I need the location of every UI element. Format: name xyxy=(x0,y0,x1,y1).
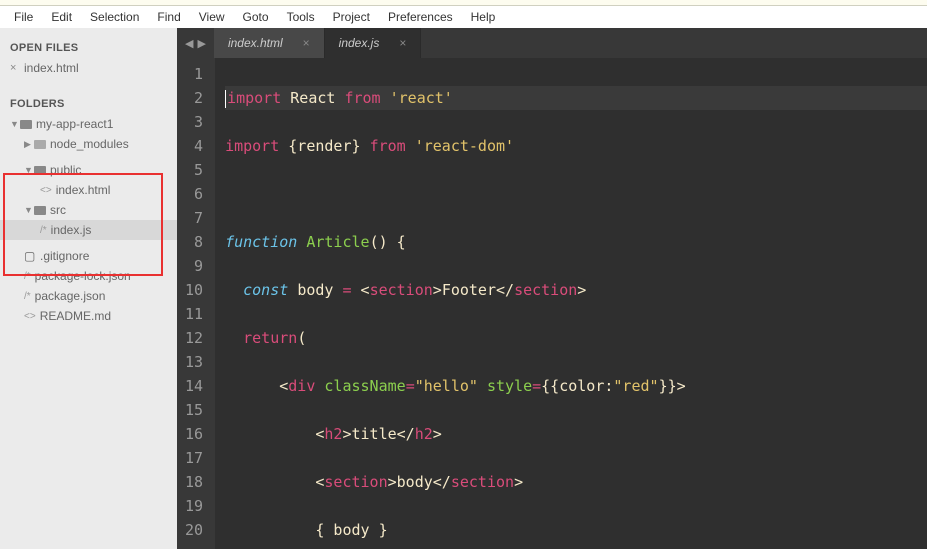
tree-node-modules[interactable]: ▶ node_modules xyxy=(0,134,177,154)
menu-project[interactable]: Project xyxy=(325,7,378,27)
menu-find[interactable]: Find xyxy=(149,7,188,27)
menu-edit[interactable]: Edit xyxy=(43,7,80,27)
tree-public-index[interactable]: <> index.html xyxy=(0,180,177,200)
close-icon[interactable]: × xyxy=(399,36,406,50)
folder-icon xyxy=(34,166,50,175)
tree-public[interactable]: ▼ public xyxy=(0,160,177,180)
tab-label: index.js xyxy=(339,36,380,50)
code-content[interactable]: import React from 'react' import {render… xyxy=(215,58,927,549)
tree-label: my-app-react1 xyxy=(36,117,113,131)
file-type-icon: /* xyxy=(40,225,47,236)
file-type-icon: <> xyxy=(24,311,36,322)
folder-icon xyxy=(34,140,50,149)
tree-label: node_modules xyxy=(50,137,129,151)
menu-file[interactable]: File xyxy=(6,7,41,27)
tab-index-js[interactable]: index.js × xyxy=(325,28,422,58)
menu-preferences[interactable]: Preferences xyxy=(380,7,461,27)
menubar: File Edit Selection Find View Goto Tools… xyxy=(0,6,927,28)
tree-label: package.json xyxy=(35,289,106,303)
nav-left-icon[interactable]: ◀ xyxy=(185,37,193,50)
close-icon[interactable]: × xyxy=(10,62,20,74)
tab-label: index.html xyxy=(228,36,283,50)
folder-icon xyxy=(20,120,36,129)
tree-gitignore[interactable]: ▢ .gitignore xyxy=(0,246,177,266)
folders-heading: FOLDERS xyxy=(0,92,177,114)
menu-help[interactable]: Help xyxy=(463,7,504,27)
chevron-down-icon: ▼ xyxy=(10,119,20,129)
tree-package-lock[interactable]: /* package-lock.json xyxy=(0,266,177,286)
tree-package[interactable]: /* package.json xyxy=(0,286,177,306)
tree-label: index.js xyxy=(51,223,92,237)
line-gutter: 1234567891011121314151617181920 xyxy=(177,58,215,549)
tab-nav: ◀ ▶ xyxy=(177,28,214,58)
menu-selection[interactable]: Selection xyxy=(82,7,147,27)
code-area[interactable]: 1234567891011121314151617181920 import R… xyxy=(177,58,927,549)
chevron-down-icon: ▼ xyxy=(24,165,34,175)
tab-row: ◀ ▶ index.html × index.js × xyxy=(177,28,927,58)
file-type-icon: <> xyxy=(40,185,52,196)
tree-label: public xyxy=(50,163,81,177)
tree-readme[interactable]: <> README.md xyxy=(0,306,177,326)
tree-root[interactable]: ▼ my-app-react1 xyxy=(0,114,177,134)
tab-index-html[interactable]: index.html × xyxy=(214,28,325,58)
close-icon[interactable]: × xyxy=(303,36,310,50)
menu-view[interactable]: View xyxy=(191,7,233,27)
open-file-name: index.html xyxy=(24,61,79,75)
open-files-heading: OPEN FILES xyxy=(0,36,177,58)
editor-area: ◀ ▶ index.html × index.js × 123456789101… xyxy=(177,28,927,549)
tree-label: package-lock.json xyxy=(35,269,131,283)
file-type-icon: /* xyxy=(24,271,31,282)
menu-goto[interactable]: Goto xyxy=(235,7,277,27)
folder-icon xyxy=(34,206,50,215)
tree-label: src xyxy=(50,203,66,217)
sidebar: OPEN FILES × index.html FOLDERS ▼ my-app… xyxy=(0,28,177,549)
tree-label: .gitignore xyxy=(40,249,89,263)
chevron-right-icon: ▶ xyxy=(24,139,34,150)
tree-src-index[interactable]: /* index.js xyxy=(0,220,177,240)
file-type-icon: /* xyxy=(24,291,31,302)
tree-label: index.html xyxy=(56,183,111,197)
nav-right-icon[interactable]: ▶ xyxy=(197,37,205,50)
tree-label: README.md xyxy=(40,309,111,323)
chevron-down-icon: ▼ xyxy=(24,205,34,215)
menu-tools[interactable]: Tools xyxy=(279,7,323,27)
open-file-item[interactable]: × index.html xyxy=(0,58,177,78)
file-icon: ▢ xyxy=(24,249,40,263)
tree-src[interactable]: ▼ src xyxy=(0,200,177,220)
